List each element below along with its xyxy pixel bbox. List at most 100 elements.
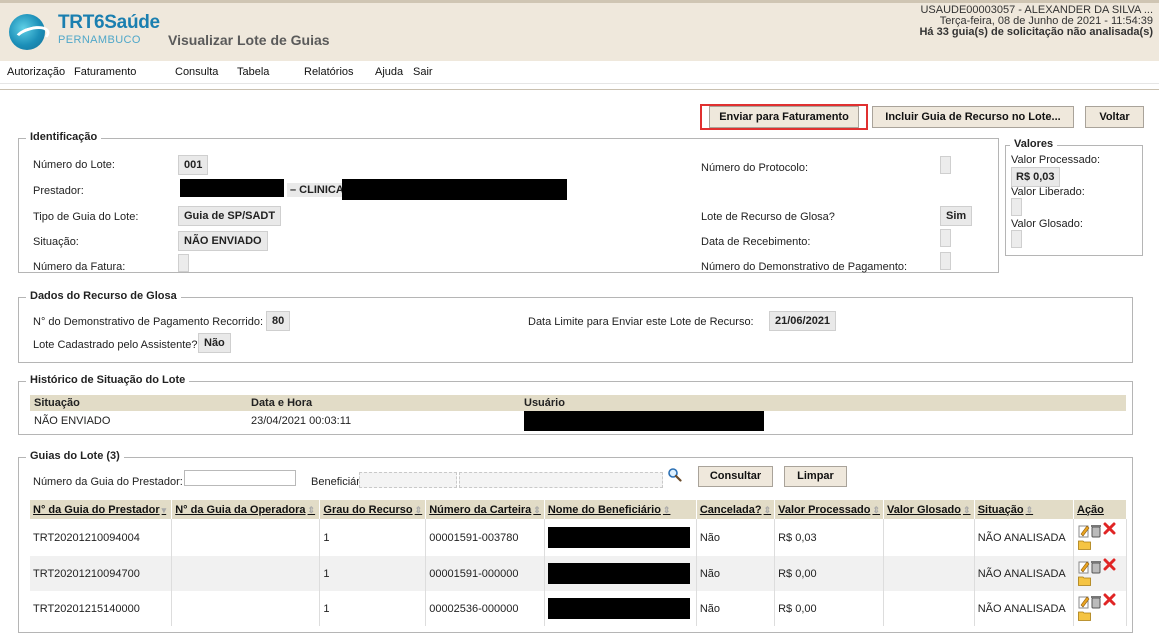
valores-legend: Valores: [1010, 138, 1058, 150]
delete-icon[interactable]: [1090, 560, 1102, 574]
history-user: [520, 411, 1126, 431]
recurso-legend: Dados do Recurso de Glosa: [26, 290, 181, 302]
recurso-fieldset: [18, 297, 1133, 363]
identificacao-legend: Identificação: [26, 131, 102, 143]
lot-number-value: 001: [178, 155, 209, 175]
folder-icon[interactable]: [1078, 610, 1091, 621]
header-top-line: [0, 0, 1159, 3]
processed-value-label: Valor Processado:: [1011, 154, 1101, 166]
menu-faturamento[interactable]: Faturamento: [74, 66, 136, 78]
logo-subtitle: PERNAMBUCO: [58, 34, 141, 46]
menu-consulta[interactable]: Consulta: [175, 66, 218, 78]
cell-processed-value: R$ 0,00: [774, 591, 884, 626]
col-card-number[interactable]: Número da Carteira ⇕: [425, 500, 545, 519]
deadline-value: 21/06/2021: [769, 311, 837, 331]
col-status[interactable]: Situação ⇕: [974, 500, 1075, 519]
sort-icon: ⇕: [662, 504, 671, 515]
remove-icon[interactable]: [1103, 522, 1116, 535]
table-row[interactable]: TRT20201210094700 1 00001591-000000 Não …: [30, 556, 1127, 591]
guide-type-label: Tipo de Guia do Lote:: [33, 211, 139, 223]
sort-icon: ⇕: [307, 504, 316, 515]
cell-status: NÃO ANALISADA: [974, 591, 1075, 626]
cell-cancelled: Não: [696, 519, 776, 556]
cell-cancelled: Não: [696, 591, 776, 626]
menu-tabela[interactable]: Tabela: [237, 66, 269, 78]
beneficiary-name-input[interactable]: [459, 472, 663, 488]
lot-number-label: Número do Lote:: [33, 159, 115, 171]
history-table: Situação Data e Hora Usuário NÃO ENVIADO…: [30, 395, 1126, 431]
limpar-button[interactable]: Limpar: [784, 466, 847, 487]
payment-statement-label: Número do Demonstrativo de Pagamento:: [701, 261, 908, 273]
history-datetime: 23/04/2021 00:03:11: [251, 415, 352, 427]
col-prestador-guide[interactable]: N° da Guia do Prestador ▾: [30, 500, 173, 519]
delete-icon[interactable]: [1090, 595, 1102, 609]
assistant-label: Lote Cadastrado pelo Assistente?: [33, 339, 198, 351]
menu-ajuda[interactable]: Ajuda: [375, 66, 403, 78]
payment-statement-value: [940, 252, 951, 270]
logo-name: TRT6Saúde: [58, 12, 160, 33]
col-action: Ação: [1073, 500, 1127, 519]
beneficiary-code-input[interactable]: [359, 472, 457, 488]
historico-legend: Histórico de Situação do Lote: [26, 374, 190, 386]
protocol-label: Número do Protocolo:: [701, 162, 808, 174]
guias-legend: Guias do Lote (3): [26, 450, 124, 462]
menu-autorizacao[interactable]: Autorização: [7, 66, 65, 78]
folder-icon[interactable]: [1078, 539, 1091, 550]
cell-glossed-value: [883, 591, 975, 626]
cell-card-number: 00001591-003780: [425, 519, 545, 556]
history-header-datetime: Data e Hora: [247, 395, 520, 411]
cell-prestador-guide: TRT20201210094004: [30, 519, 173, 556]
back-button[interactable]: Voltar: [1085, 106, 1144, 128]
search-icon[interactable]: [667, 467, 682, 482]
remove-icon[interactable]: [1103, 593, 1116, 606]
protocol-value: [940, 156, 951, 174]
consultar-button[interactable]: Consultar: [698, 466, 773, 487]
redacted-provider-code: [180, 179, 284, 197]
redacted-provider-name: [342, 179, 567, 200]
col-cancelled[interactable]: Cancelada? ⇕: [696, 500, 776, 519]
col-appeal-degree[interactable]: Grau do Recurso ⇕: [319, 500, 427, 519]
send-to-billing-button[interactable]: Enviar para Faturamento: [709, 106, 859, 128]
edit-icon[interactable]: [1078, 595, 1090, 609]
table-row[interactable]: TRT20201215140000 1 00002536-000000 Não …: [30, 591, 1127, 626]
glossed-value: [1011, 230, 1022, 248]
folder-icon[interactable]: [1078, 575, 1091, 586]
history-header-status: Situação: [30, 395, 247, 411]
cell-status: NÃO ANALISADA: [974, 519, 1075, 556]
sort-icon: ⇕: [962, 504, 971, 515]
edit-icon[interactable]: [1078, 524, 1090, 538]
edit-icon[interactable]: [1078, 560, 1090, 574]
col-beneficiary-name[interactable]: Nome do Beneficiário ⇕: [544, 500, 697, 519]
provider-guide-filter-input[interactable]: [184, 470, 296, 486]
col-operator-guide[interactable]: N° da Guia da Operadora ⇕: [171, 500, 321, 519]
delete-icon[interactable]: [1090, 524, 1102, 538]
provider-guide-filter-label: Número da Guia do Prestador:: [33, 476, 183, 488]
cell-appeal-degree: 1: [319, 591, 427, 626]
remove-icon[interactable]: [1103, 558, 1116, 571]
processed-value: R$ 0,03: [1011, 167, 1060, 187]
menu-relatorios[interactable]: Relatórios: [304, 66, 354, 78]
guides-table: N° da Guia do Prestador ▾ N° da Guia da O…: [30, 500, 1127, 626]
assistant-value: Não: [198, 333, 231, 353]
user-info: USAUDE00003057 - ALEXANDER DA SILVA ... …: [919, 5, 1153, 38]
cell-status: NÃO ANALISADA: [974, 556, 1075, 591]
cell-glossed-value: [883, 556, 975, 591]
col-glossed-value[interactable]: Valor Glosado ⇕: [883, 500, 975, 519]
cell-actions: [1073, 556, 1127, 591]
menu-sair[interactable]: Sair: [413, 66, 433, 78]
deadline-label: Data Limite para Enviar este Lote de Rec…: [528, 316, 754, 328]
cell-prestador-guide: TRT20201210094700: [30, 556, 173, 591]
receipt-date-label: Data de Recebimento:: [701, 236, 811, 248]
cell-processed-value: R$ 0,03: [774, 519, 884, 556]
sort-icon: ⇕: [763, 504, 772, 515]
col-processed-value[interactable]: Valor Processado ⇕: [774, 500, 884, 519]
include-appeal-guide-button[interactable]: Incluir Guia de Recurso no Lote...: [872, 106, 1074, 128]
released-value-label: Valor Liberado:: [1011, 186, 1085, 198]
cell-actions: [1073, 591, 1127, 626]
pending-guides: Há 33 guia(s) de solicitação não analisa…: [919, 26, 1153, 38]
sort-icon: ⇕: [414, 504, 423, 515]
table-row[interactable]: TRT20201210094004 1 00001591-003780 Não …: [30, 519, 1127, 556]
history-header-user: Usuário: [520, 395, 1126, 411]
cell-actions: [1073, 519, 1127, 556]
provider-label: Prestador:: [33, 185, 84, 197]
